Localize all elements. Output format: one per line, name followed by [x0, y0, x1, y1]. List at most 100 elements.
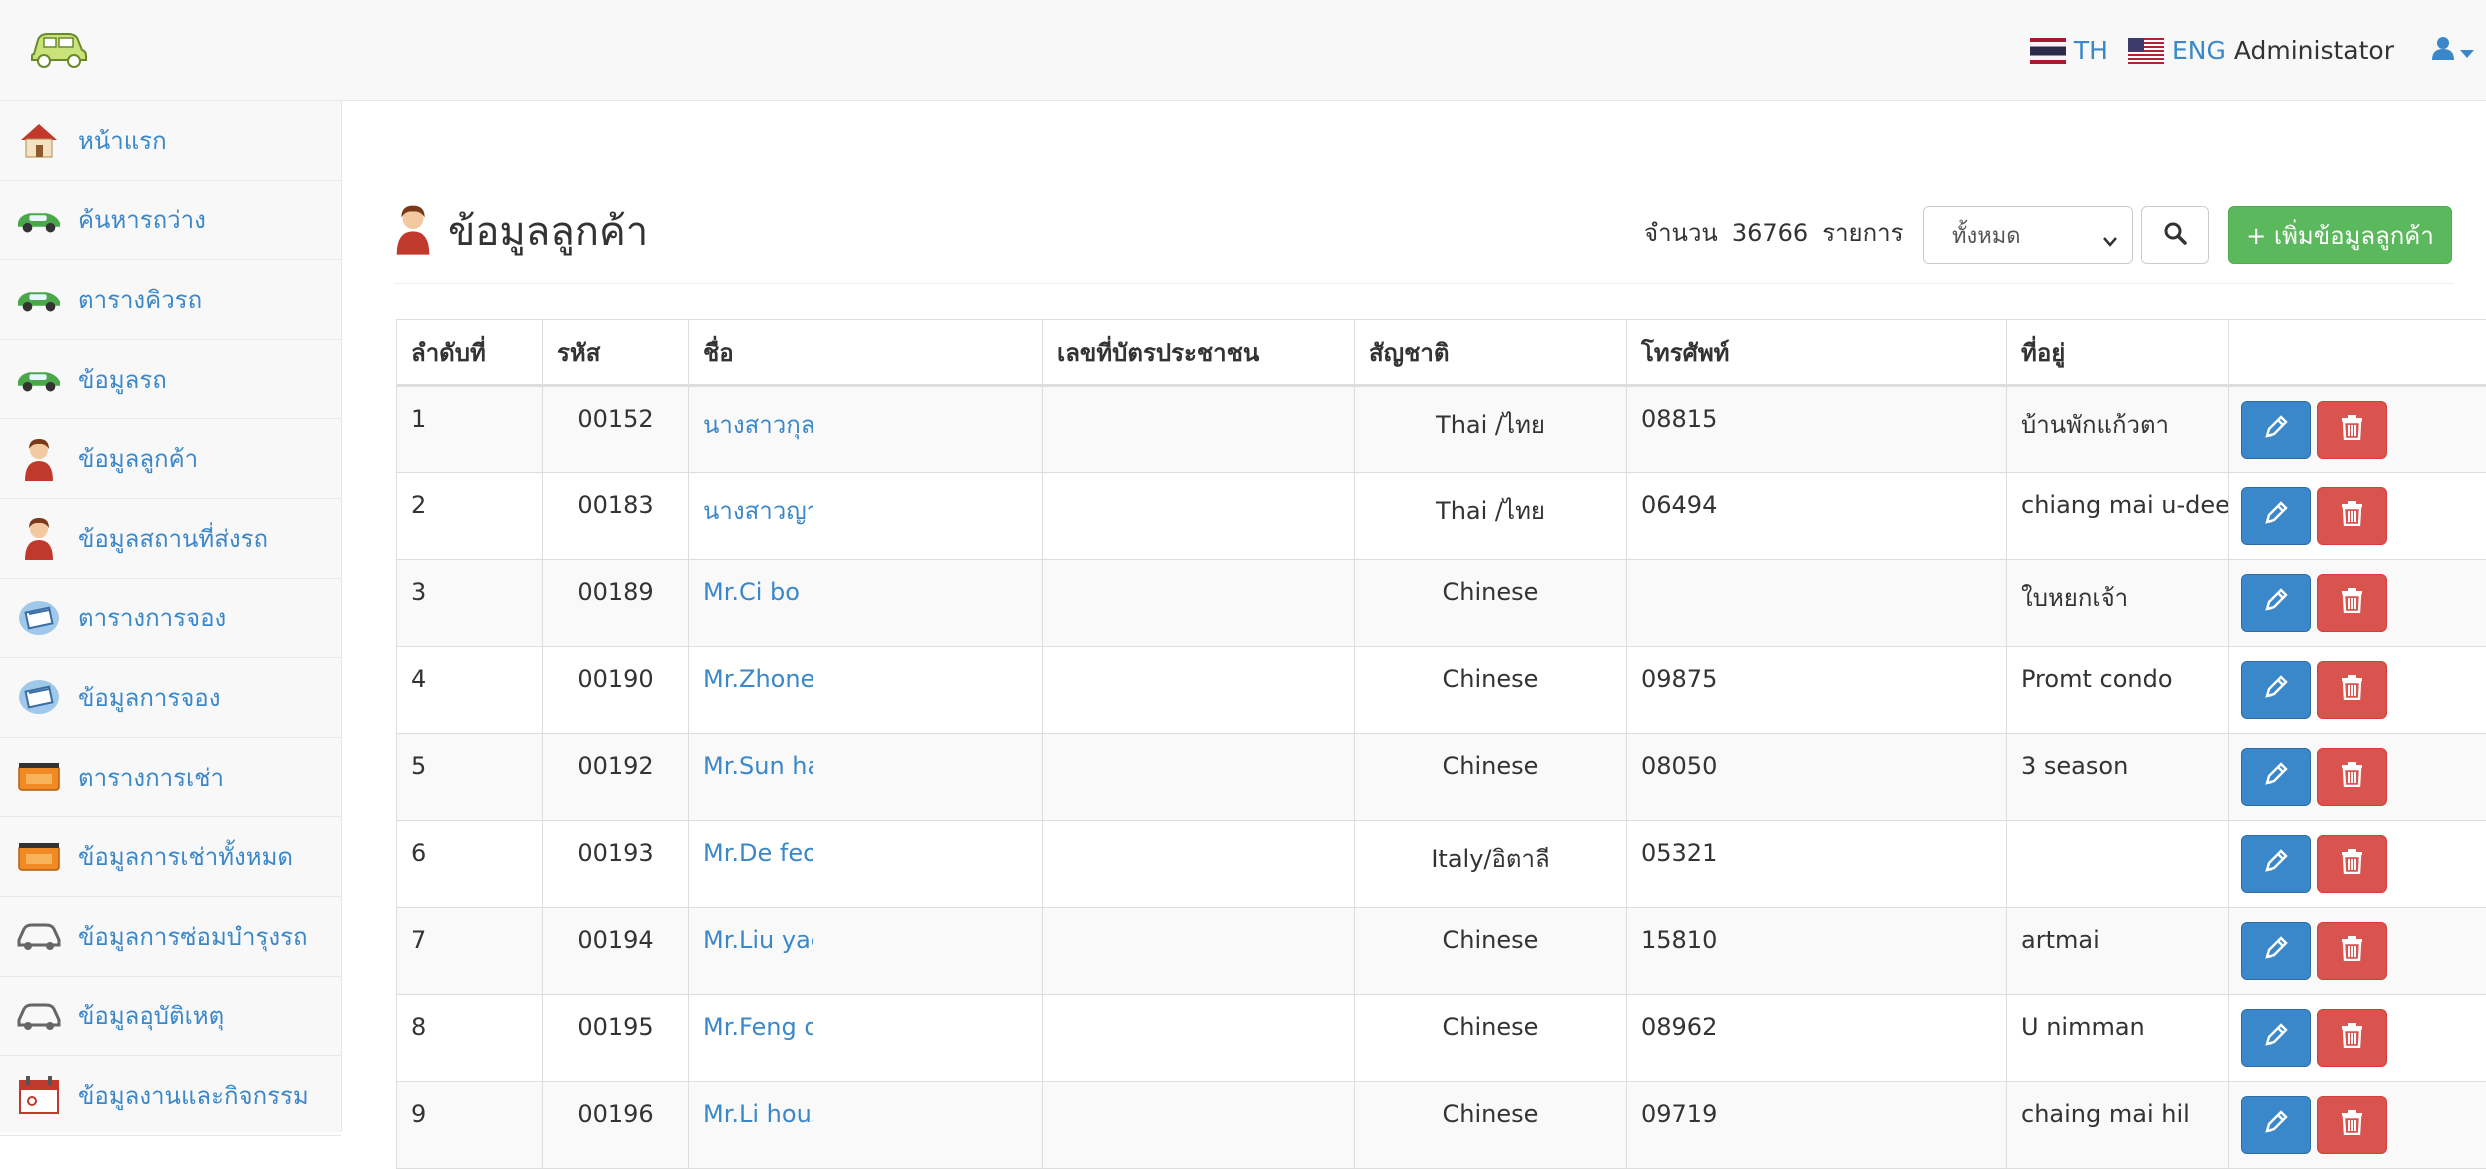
booking-icon — [16, 595, 62, 641]
pencil-icon — [2263, 500, 2289, 532]
cell-no: 8 — [397, 995, 543, 1082]
customer-table: ลำดับที่ รหัส ชื่อ เลขที่บัตรประชาชน สัญ… — [396, 319, 2486, 1169]
cell-name-link[interactable]: Mr.Li houz — [689, 1082, 1043, 1169]
filter-select[interactable]: ทั้งหมด — [1923, 206, 2133, 264]
delete-button[interactable] — [2317, 487, 2387, 545]
cell-name-link[interactable]: นางสาวกุล — [689, 386, 1043, 473]
cell-name-link[interactable]: Mr.Sun ha — [689, 734, 1043, 821]
sidebar-item-label: ข้อมูลการซ่อมบำรุงรถ — [78, 917, 308, 956]
count-suffix: รายการ — [1822, 219, 1903, 247]
sidebar-item-search-car[interactable]: ค้นหารถว่าง — [0, 181, 341, 261]
sidebar-item-booking-table[interactable]: ตารางการจอง — [0, 579, 341, 659]
delete-button[interactable] — [2317, 1009, 2387, 1067]
edit-button[interactable] — [2241, 401, 2311, 459]
sidebar-item-label: ข้อมูลการเช่าทั้งหมด — [78, 837, 293, 876]
sidebar-item-rent-table[interactable]: ตารางการเช่า — [0, 738, 341, 818]
cell-name-link[interactable]: Mr.De feo — [689, 821, 1043, 908]
phone-value: 053217 — [1641, 839, 1719, 867]
trash-icon — [2340, 587, 2364, 619]
edit-button[interactable] — [2241, 661, 2311, 719]
delete-button[interactable] — [2317, 1096, 2387, 1154]
cell-name-link[interactable]: Mr.Ci bo — [689, 560, 1043, 647]
car-logo-icon[interactable] — [28, 26, 90, 70]
cell-name-link[interactable]: นางสาวญา — [689, 473, 1043, 560]
customer-name: นางสาวญา — [703, 491, 813, 530]
pencil-icon — [2263, 848, 2289, 880]
cell-no: 9 — [397, 1082, 543, 1169]
cell-no: 2 — [397, 473, 543, 560]
cell-actions — [2229, 734, 2486, 821]
col-header-nationality[interactable]: สัญชาติ — [1355, 320, 1627, 386]
lang-en-link[interactable]: ENG — [2128, 36, 2226, 65]
sidebar-item-booking-data[interactable]: ข้อมูลการจอง — [0, 658, 341, 738]
sidebar-item-label: หน้าแรก — [78, 121, 167, 160]
cell-nationality: Chinese — [1355, 647, 1627, 734]
customer-name: Mr.Zhone — [703, 665, 813, 693]
edit-button[interactable] — [2241, 574, 2311, 632]
edit-button[interactable] — [2241, 835, 2311, 893]
col-header-address[interactable]: ที่อยู่ — [2007, 320, 2229, 386]
edit-button[interactable] — [2241, 1009, 2311, 1067]
sidebar-item-car-data[interactable]: ข้อมูลรถ — [0, 340, 341, 420]
sidebar-item-home[interactable]: หน้าแรก — [0, 101, 341, 181]
table-row: 900196Mr.Li houzChinese097195chaing mai … — [397, 1082, 2486, 1169]
sidebar-item-car-queue[interactable]: ตารางคิวรถ — [0, 260, 341, 340]
col-header-no[interactable]: ลำดับที่ — [397, 320, 543, 386]
header-divider — [394, 283, 2454, 284]
sidebar-item-customers[interactable]: ข้อมูลลูกค้า — [0, 419, 341, 499]
phone-value: 064946 — [1641, 491, 1719, 519]
cell-code: 00152 — [543, 386, 689, 473]
sidebar-item-events[interactable]: ข้อมูลงานและกิจกรรม — [0, 1056, 341, 1136]
add-customer-button[interactable]: + เพิ่มข้อมูลลูกค้า — [2228, 206, 2452, 264]
edit-button[interactable] — [2241, 748, 2311, 806]
cell-address: chiang mai u-dee — [2007, 473, 2229, 560]
pencil-icon — [2263, 414, 2289, 446]
cell-name-link[interactable]: Mr.Liu yac — [689, 908, 1043, 995]
sidebar-item-rent-all[interactable]: ข้อมูลการเช่าทั้งหมด — [0, 817, 341, 897]
cell-phone: 098756 — [1627, 647, 2007, 734]
delete-button[interactable] — [2317, 661, 2387, 719]
cell-no: 1 — [397, 386, 543, 473]
pencil-icon — [2263, 587, 2289, 619]
cell-name-link[interactable]: Mr.Zhone — [689, 647, 1043, 734]
sidebar-item-maintenance[interactable]: ข้อมูลการซ่อมบำรุงรถ — [0, 897, 341, 977]
sidebar-item-label: ตารางคิวรถ — [78, 280, 202, 319]
cell-address: 3 season — [2007, 734, 2229, 821]
sidebar-item-accidents[interactable]: ข้อมูลอุบัติเหตุ — [0, 977, 341, 1057]
edit-button[interactable] — [2241, 1096, 2311, 1154]
cell-phone: 064946 — [1627, 473, 2007, 560]
col-header-idcard[interactable]: เลขที่บัตรประชาชน — [1043, 320, 1355, 386]
delete-button[interactable] — [2317, 574, 2387, 632]
cell-code: 00189 — [543, 560, 689, 647]
col-header-code[interactable]: รหัส — [543, 320, 689, 386]
delete-button[interactable] — [2317, 922, 2387, 980]
customer-name: Mr.Feng q — [703, 1013, 813, 1041]
lang-th-link[interactable]: TH — [2030, 36, 2108, 65]
table-row: 100152นางสาวกุลThai /ไทย088150บ้านพักแก้… — [397, 386, 2486, 473]
edit-button[interactable] — [2241, 487, 2311, 545]
table-row: 500192Mr.Sun haChinese0805093 season — [397, 734, 2486, 821]
calendar-icon — [16, 1072, 62, 1118]
delete-button[interactable] — [2317, 748, 2387, 806]
pencil-icon — [2263, 1022, 2289, 1054]
cell-name-link[interactable]: Mr.Feng q — [689, 995, 1043, 1082]
count-prefix: จำนวน — [1644, 219, 1718, 247]
cell-nationality: Chinese — [1355, 995, 1627, 1082]
sidebar-item-delivery-places[interactable]: ข้อมูลสถานที่ส่งรถ — [0, 499, 341, 579]
cell-idcard — [1043, 560, 1355, 647]
col-header-phone[interactable]: โทรศัพท์ — [1627, 320, 2007, 386]
user-menu-dropdown[interactable] — [2432, 36, 2474, 66]
col-header-name[interactable]: ชื่อ — [689, 320, 1043, 386]
car-icon — [16, 276, 62, 322]
table-row: 400190Mr.ZhoneChinese098756Promt condo — [397, 647, 2486, 734]
record-count: จำนวน36766รายการ — [1644, 213, 1904, 252]
cell-code: 00192 — [543, 734, 689, 821]
cell-actions — [2229, 821, 2486, 908]
edit-button[interactable] — [2241, 922, 2311, 980]
search-button[interactable] — [2141, 206, 2209, 264]
cell-phone: 158103 — [1627, 908, 2007, 995]
cell-address: artmai — [2007, 908, 2229, 995]
delete-button[interactable] — [2317, 401, 2387, 459]
cell-phone — [1627, 560, 2007, 647]
delete-button[interactable] — [2317, 835, 2387, 893]
